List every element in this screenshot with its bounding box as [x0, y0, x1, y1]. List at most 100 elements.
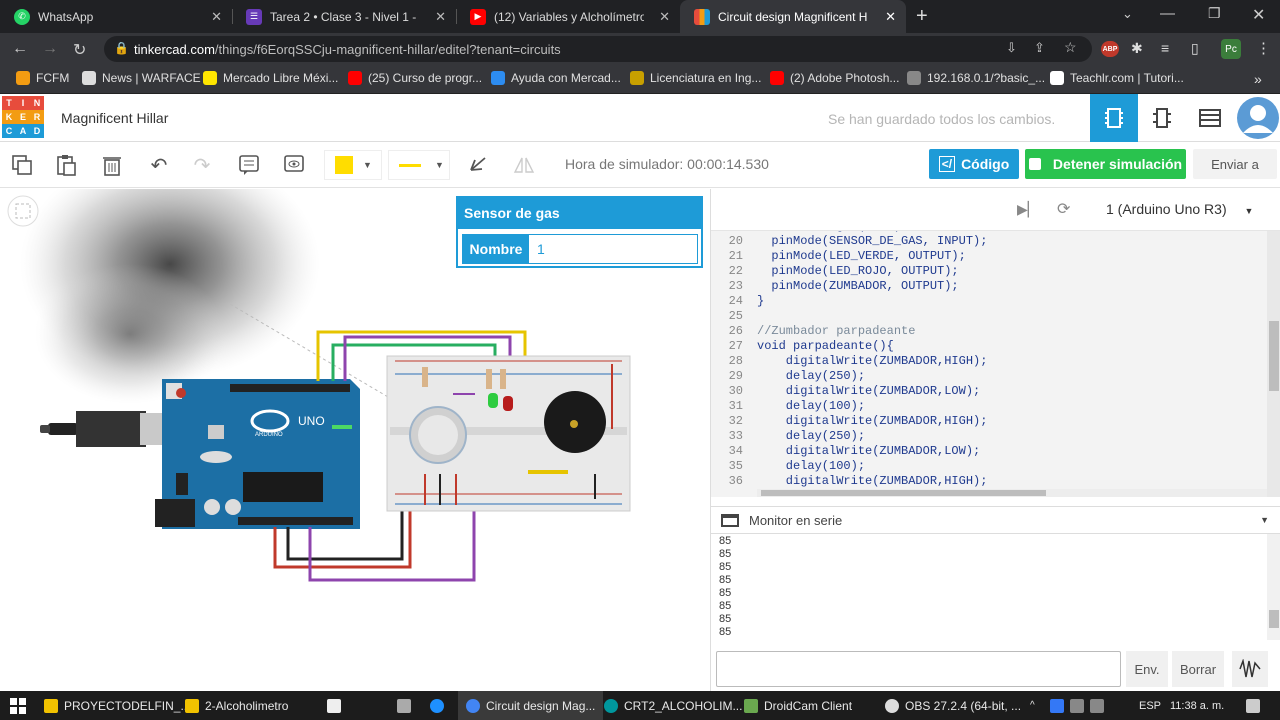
copy-icon	[12, 155, 32, 175]
chip-icon	[1153, 108, 1171, 128]
code-button[interactable]: </Código	[929, 149, 1019, 179]
copy-button[interactable]	[8, 151, 36, 179]
wire-type-picker[interactable]: ▼	[388, 150, 450, 180]
tab-search-icon[interactable]: ⌄	[1122, 6, 1133, 22]
tinkercad-icon	[694, 8, 710, 25]
taskbar-item[interactable]: CRT2_ALCOHOLIM...	[604, 691, 742, 720]
clock[interactable]: 11:38 a. m.	[1170, 691, 1224, 720]
browser-tab-youtube[interactable]: ▶ (12) Variables y Alcholímetro - Yo ✕	[456, 0, 680, 33]
notes-button[interactable]	[235, 151, 263, 179]
paste-button[interactable]	[52, 151, 80, 179]
circuit-view-button[interactable]	[1090, 94, 1138, 142]
code-editor[interactable]: 19 Serial.begin(9600); //Inicialización …	[711, 231, 1280, 497]
line-number: 32	[728, 414, 743, 428]
serial-graph-button[interactable]	[1232, 651, 1268, 687]
media-icon[interactable]: ≡	[1161, 40, 1169, 56]
serial-scrollbar[interactable]	[1267, 534, 1280, 640]
edge-icon[interactable]	[430, 691, 450, 720]
reload-icon[interactable]: ↻	[73, 40, 86, 60]
mirror-button[interactable]	[510, 151, 538, 179]
taskbar-item[interactable]: OBS 27.2.4 (64-bit, ...	[885, 691, 1021, 720]
bookmark-star-icon[interactable]: ☆	[1064, 39, 1077, 56]
taskbar-item[interactable]: Circuit design Mag...	[458, 691, 604, 720]
tray-icons[interactable]	[1050, 691, 1110, 720]
close-tab-icon[interactable]: ✕	[659, 9, 670, 25]
code-vertical-scrollbar[interactable]	[1267, 231, 1280, 497]
delete-button[interactable]	[98, 151, 126, 179]
tinkercad-logo[interactable]: T I N K E R C A D	[2, 96, 44, 138]
adblock-icon[interactable]: ABP	[1101, 41, 1119, 57]
device-select[interactable]: 1 (Arduino Uno R3) ▼	[1106, 201, 1253, 217]
bookmark-item[interactable]: Licenciatura en Ing...	[630, 71, 761, 85]
send-to-button[interactable]: Enviar a	[1193, 149, 1277, 179]
close-tab-icon[interactable]: ✕	[211, 9, 222, 25]
serial-line: 85	[719, 587, 732, 599]
bookmark-item[interactable]: News | WARFACE	[82, 71, 201, 85]
minimize-icon[interactable]: —	[1160, 5, 1175, 22]
serial-monitor-header[interactable]: Monitor en serie ▼	[711, 506, 1280, 534]
more-bookmarks-icon[interactable]: »	[1254, 71, 1262, 87]
undo-icon: ↶	[150, 154, 168, 177]
close-tab-icon[interactable]: ✕	[885, 9, 896, 25]
bookmark-item[interactable]: FCFM	[16, 71, 69, 85]
app-icon[interactable]	[397, 691, 417, 720]
collapse-arrow-icon[interactable]: ▼	[1260, 515, 1269, 525]
new-tab-icon[interactable]: +	[916, 5, 928, 28]
bookmark-item[interactable]: Ayuda con Mercad...	[491, 71, 621, 85]
bookmark-item[interactable]: (2) Adobe Photosh...	[770, 71, 899, 85]
code-line: 31 delay(100);	[711, 399, 1266, 414]
line-number: 31	[728, 399, 743, 413]
serial-send-button[interactable]: Env.	[1126, 651, 1168, 687]
name-input[interactable]: 1	[529, 235, 697, 263]
browser-tab-forms[interactable]: ☰ Tarea 2 • Clase 3 - Nivel 1 - Prof C ✕	[232, 0, 456, 33]
start-button[interactable]	[10, 691, 26, 720]
code-horizontal-scrollbar[interactable]	[757, 489, 1267, 497]
circuit-canvas[interactable]: UNO ARDUINO Sensor de gas Nombre 1	[0, 189, 710, 691]
browser-tab-whatsapp[interactable]: ✆ WhatsApp ✕	[0, 0, 232, 33]
notifications-icon[interactable]	[1246, 691, 1266, 720]
taskbar-item[interactable]: 2-Alcoholimetro	[185, 691, 288, 720]
stop-simulation-button[interactable]: Detener simulación	[1025, 149, 1186, 179]
close-tab-icon[interactable]: ✕	[435, 9, 446, 25]
bookmark-item[interactable]: 192.168.0.1/?basic_...	[907, 71, 1045, 85]
bookmark-item[interactable]: (25) Curso de progr...	[348, 71, 482, 85]
menu-dots-icon[interactable]: ⋮	[1256, 39, 1271, 57]
forward-icon[interactable]: →	[42, 40, 58, 58]
back-icon[interactable]: ←	[12, 40, 28, 58]
debug-icon[interactable]: ⟳	[1057, 199, 1070, 219]
step-play-icon[interactable]: ▶▏	[1017, 201, 1039, 218]
component-list-button[interactable]	[1186, 94, 1234, 142]
color-picker[interactable]: ▼	[324, 150, 382, 180]
windows-icon	[10, 697, 26, 714]
serial-input[interactable]	[716, 651, 1121, 687]
extensions-icon[interactable]: ✱	[1131, 40, 1143, 57]
taskbar-item[interactable]: PROYECTODELFIN_...	[44, 691, 190, 720]
serial-clear-button[interactable]: Borrar	[1172, 651, 1224, 687]
bookmark-item[interactable]: Teachlr.com | Tutori...	[1050, 71, 1184, 85]
schematic-view-button[interactable]	[1138, 94, 1186, 142]
share-icon[interactable]: ⇪	[1034, 40, 1045, 56]
design-title[interactable]: Magnificent Hillar	[61, 110, 168, 126]
line-number: 28	[728, 354, 743, 368]
install-icon[interactable]: ⇩	[1006, 40, 1017, 56]
taskbar-item[interactable]: DroidCam Client	[744, 691, 852, 720]
close-window-icon[interactable]: ✕	[1252, 5, 1265, 25]
user-avatar[interactable]	[1234, 94, 1280, 142]
tray-expand-icon[interactable]: ^	[1030, 691, 1035, 720]
line-text: Serial.begin(9600); //Inicialización de …	[757, 231, 1217, 233]
rotate-button[interactable]	[464, 151, 492, 179]
url-field[interactable]: 🔒 tinkercad.com/things/f6EorqSSCju-magni…	[104, 36, 1092, 62]
maximize-icon[interactable]: ❐	[1208, 5, 1221, 22]
undo-button[interactable]: ↶	[145, 151, 173, 179]
profile-icon[interactable]: Pc	[1221, 39, 1241, 59]
code-line: 35 delay(100);	[711, 459, 1266, 474]
redo-button[interactable]: ↷	[188, 151, 216, 179]
serial-line: 85	[719, 561, 732, 573]
language-indicator[interactable]: ESP	[1139, 691, 1161, 720]
bookmark-item[interactable]: Mercado Libre Méxi...	[203, 71, 338, 85]
bookmark-favicon-icon	[203, 71, 217, 85]
notes-visibility-button[interactable]	[280, 151, 308, 179]
side-panel-icon[interactable]: ▯	[1191, 40, 1199, 57]
browser-tab-tinkercad[interactable]: Circuit design Magnificent Hillar ✕	[680, 0, 906, 33]
store-icon[interactable]	[327, 691, 347, 720]
